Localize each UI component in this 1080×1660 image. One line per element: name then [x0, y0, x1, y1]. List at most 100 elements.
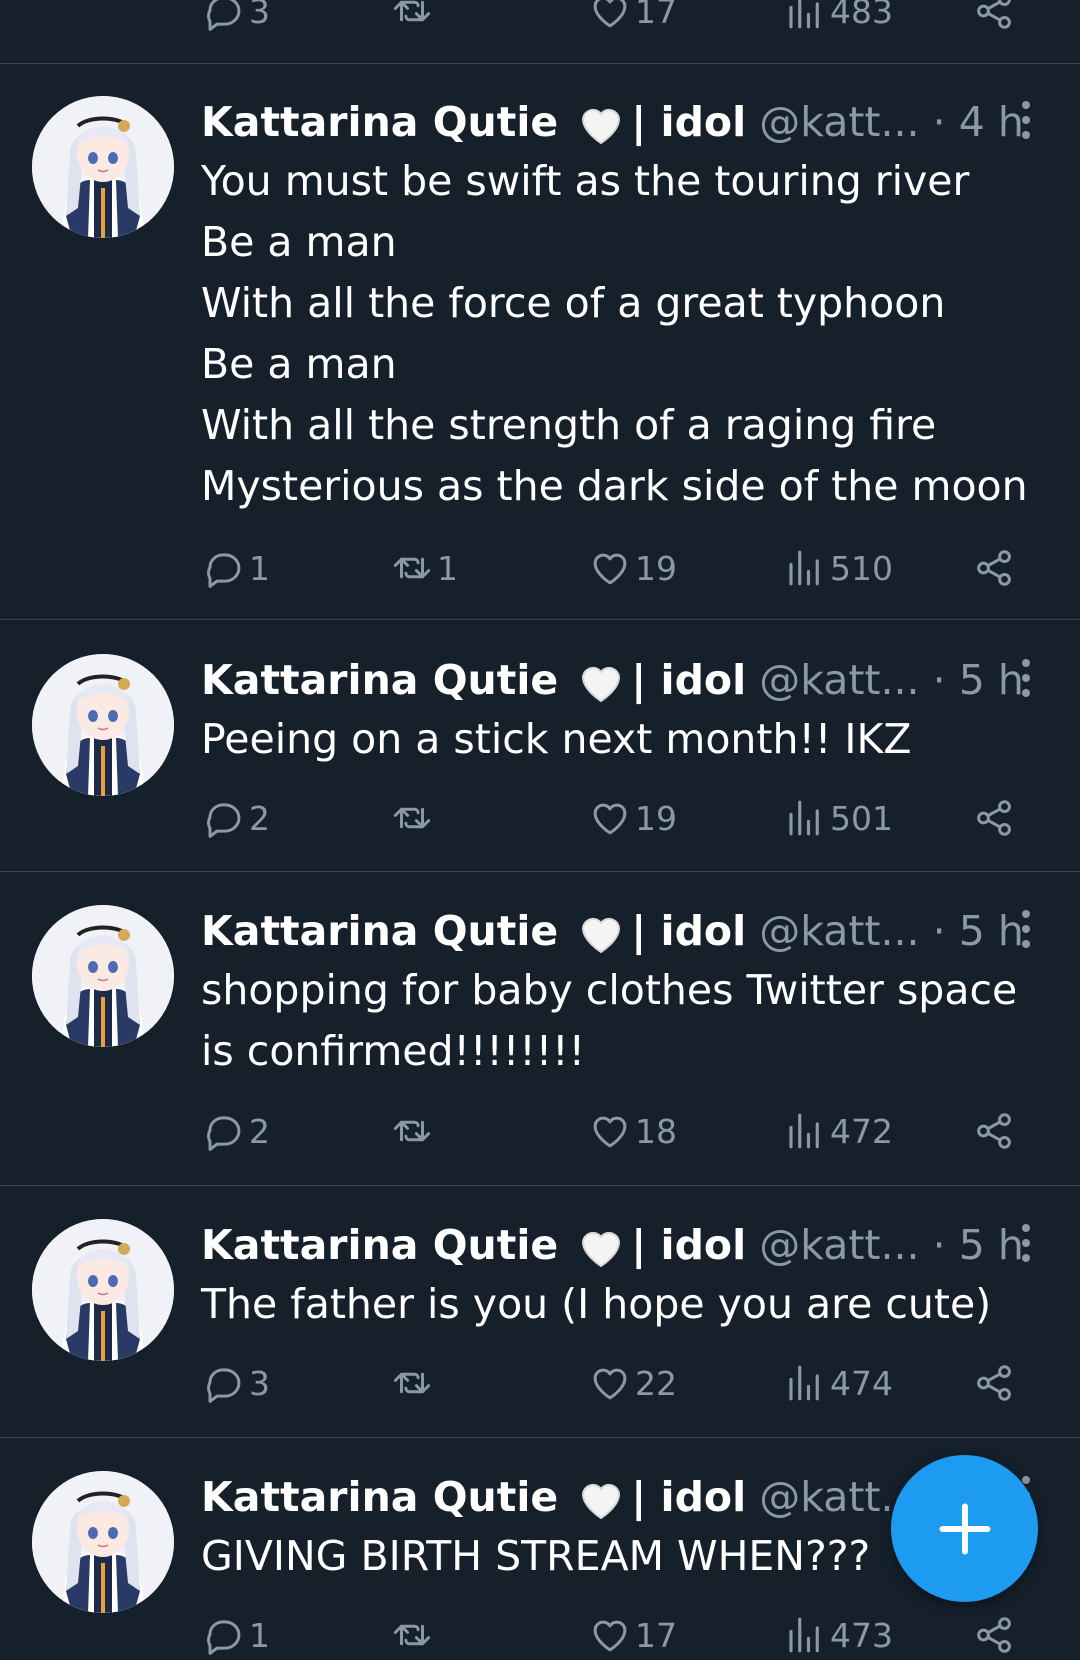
like-button[interactable]: 17 — [589, 1610, 677, 1660]
retweet-button[interactable] — [391, 1106, 437, 1156]
views-count: 483 — [830, 0, 893, 31]
retweet-button[interactable] — [391, 1610, 437, 1660]
user-handle[interactable]: @katt... — [759, 907, 919, 955]
like-count: 19 — [635, 798, 677, 838]
display-name[interactable]: Kattarina Qutie — [201, 907, 558, 955]
share-icon — [973, 0, 1015, 32]
share-button[interactable] — [973, 793, 1019, 843]
avatar-image — [32, 905, 174, 1047]
views-count: 501 — [830, 798, 893, 838]
views-button[interactable]: 483 — [784, 0, 893, 36]
reply-count: 2 — [249, 1111, 270, 1151]
user-handle[interactable]: @katt... — [759, 98, 919, 146]
share-button[interactable] — [973, 543, 1019, 593]
retweet-icon — [391, 1362, 433, 1404]
tweet[interactable]: Kattarina Qutie | idol @katt... · 5 h Pe… — [0, 620, 1080, 872]
views-icon — [784, 547, 826, 589]
timestamp[interactable]: 5 h — [959, 1221, 1024, 1269]
reply-button[interactable]: 3 — [203, 1358, 270, 1408]
reply-icon — [203, 797, 245, 839]
reply-count: 1 — [249, 548, 270, 588]
heart-outline-icon — [589, 1110, 631, 1152]
reply-button[interactable]: 1 — [203, 543, 270, 593]
timestamp[interactable]: 4 h — [959, 98, 1024, 146]
retweet-button[interactable] — [391, 0, 437, 36]
reply-button[interactable]: 2 — [203, 793, 270, 843]
user-handle[interactable]: @katt... — [759, 656, 919, 704]
views-icon — [784, 1110, 826, 1152]
display-name[interactable]: Kattarina Qutie — [201, 1473, 558, 1521]
display-name[interactable]: Kattarina Qutie — [201, 98, 558, 146]
heart-outline-icon — [589, 547, 631, 589]
separator-dot: · — [932, 656, 946, 704]
tweet[interactable]: Kattarina Qutie | idol @katt... · 4 h Yo… — [0, 63, 1080, 620]
reply-count: 2 — [249, 798, 270, 838]
timestamp[interactable]: 5 h — [959, 656, 1024, 704]
tweet-partial[interactable]: 3 17 483 — [0, 0, 1080, 64]
share-button[interactable] — [973, 0, 1019, 36]
tweet-actions: 3 17 483 — [201, 0, 1021, 36]
reply-button[interactable]: 1 — [203, 1610, 270, 1660]
reply-button[interactable]: 2 — [203, 1106, 270, 1156]
tweet-actions: 2 18 472 — [201, 1106, 1021, 1156]
views-icon — [784, 797, 826, 839]
tweet-actions: 2 19 501 — [201, 793, 1021, 843]
reply-icon — [203, 547, 245, 589]
tweet-text: You must be swift as the touring river B… — [201, 157, 1028, 510]
plus-icon — [939, 1503, 990, 1554]
avatar[interactable] — [32, 905, 174, 1047]
display-name[interactable]: Kattarina Qutie — [201, 1221, 558, 1269]
name-tag: | idol — [631, 1221, 747, 1269]
white-heart-icon — [575, 910, 627, 958]
display-name[interactable]: Kattarina Qutie — [201, 656, 558, 704]
retweet-count: 1 — [437, 548, 458, 588]
avatar[interactable] — [32, 96, 174, 238]
more-options-icon[interactable] — [1020, 910, 1032, 955]
tweet[interactable]: Kattarina Qutie | idol @katt... · 5 h Th… — [0, 1186, 1080, 1438]
like-count: 19 — [635, 548, 677, 588]
like-button[interactable]: 17 — [589, 0, 677, 36]
retweet-button[interactable]: 1 — [391, 543, 458, 593]
more-options-icon[interactable] — [1020, 101, 1032, 146]
user-handle[interactable]: @katt... — [759, 1221, 919, 1269]
retweet-icon — [391, 1614, 433, 1656]
views-button[interactable]: 472 — [784, 1106, 893, 1156]
tweet-actions: 3 22 474 — [201, 1358, 1021, 1408]
share-button[interactable] — [973, 1358, 1019, 1408]
views-icon — [784, 1362, 826, 1404]
separator-dot: · — [932, 907, 946, 955]
reply-icon — [203, 1614, 245, 1656]
timestamp[interactable]: 5 h — [959, 907, 1024, 955]
retweet-button[interactable] — [391, 1358, 437, 1408]
like-count: 17 — [635, 0, 677, 31]
views-button[interactable]: 510 — [784, 543, 893, 593]
reply-icon — [203, 0, 245, 32]
views-button[interactable]: 473 — [784, 1610, 893, 1660]
name-tag: | idol — [631, 907, 747, 955]
views-button[interactable]: 474 — [784, 1358, 893, 1408]
like-button[interactable]: 19 — [589, 793, 677, 843]
avatar[interactable] — [32, 1471, 174, 1613]
share-button[interactable] — [973, 1610, 1019, 1660]
more-options-icon[interactable] — [1020, 1224, 1032, 1269]
share-button[interactable] — [973, 1106, 1019, 1156]
views-button[interactable]: 501 — [784, 793, 893, 843]
views-icon — [784, 0, 826, 32]
like-count: 22 — [635, 1363, 677, 1403]
reply-icon — [203, 1110, 245, 1152]
compose-tweet-button[interactable] — [891, 1455, 1038, 1602]
reply-button[interactable]: 3 — [203, 0, 270, 36]
avatar[interactable] — [32, 1219, 174, 1361]
tweet-header: Kattarina Qutie | idol @katt... · 5 h — [201, 651, 1024, 709]
tweet[interactable]: Kattarina Qutie | idol @katt... · 5 h sh… — [0, 872, 1080, 1186]
like-button[interactable]: 22 — [589, 1358, 677, 1408]
white-heart-icon — [575, 1224, 627, 1272]
avatar-image — [32, 1471, 174, 1613]
avatar[interactable] — [32, 654, 174, 796]
like-button[interactable]: 18 — [589, 1106, 677, 1156]
white-heart-icon — [575, 101, 627, 149]
tweet-actions: 1 1 19 510 — [201, 543, 1021, 593]
more-options-icon[interactable] — [1020, 659, 1032, 704]
retweet-button[interactable] — [391, 793, 437, 843]
like-button[interactable]: 19 — [589, 543, 677, 593]
